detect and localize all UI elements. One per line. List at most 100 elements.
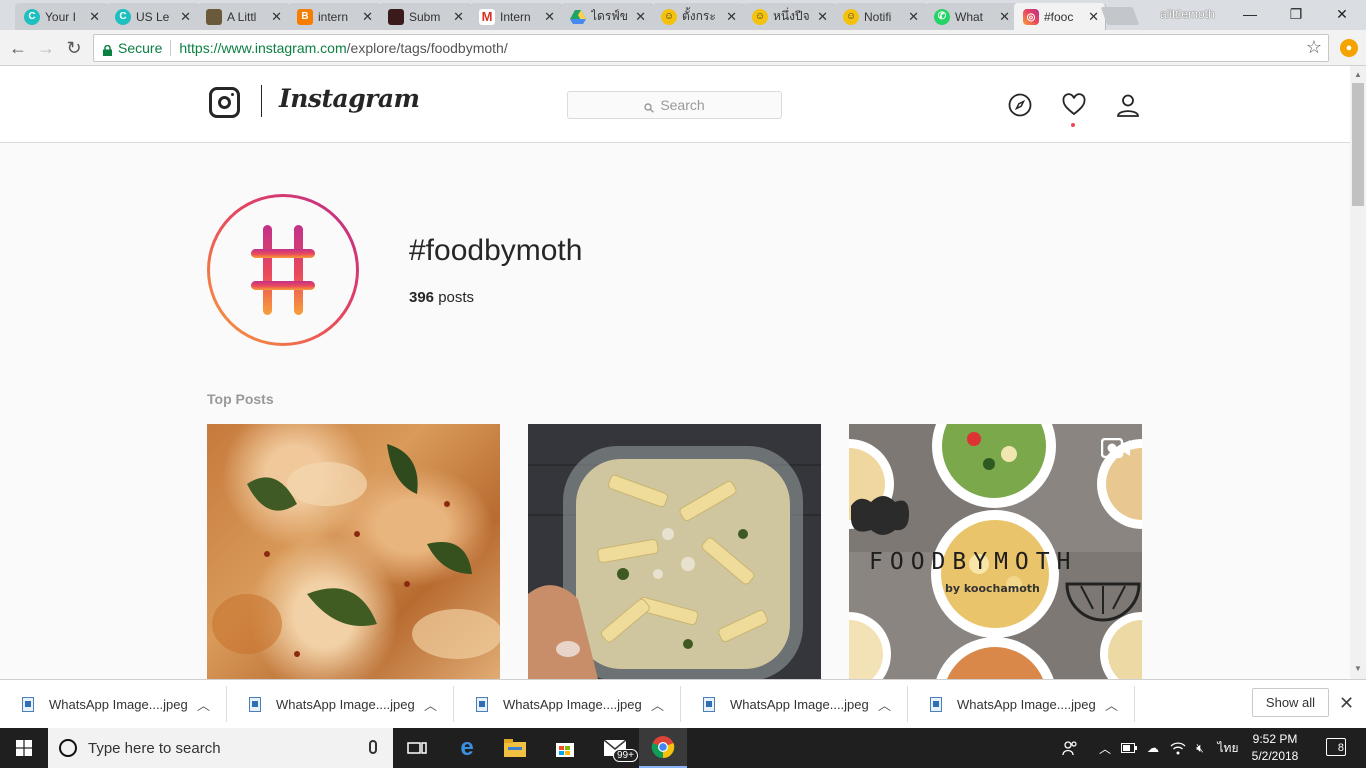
download-filename: WhatsApp Image....jpeg <box>503 696 642 712</box>
close-tab-icon[interactable]: ✕ <box>726 9 737 25</box>
browser-tab[interactable]: C Your I ✕ <box>15 3 107 30</box>
back-icon[interactable]: ← <box>7 37 29 59</box>
close-tab-icon[interactable]: ✕ <box>453 9 464 25</box>
url-path: /explore/tags/foodbymoth/ <box>346 40 508 56</box>
browser-tab[interactable]: C US Le ✕ <box>106 3 198 30</box>
windows-start-icon[interactable] <box>0 728 48 768</box>
close-tab-icon[interactable]: ✕ <box>89 9 100 25</box>
gmail-icon: M <box>479 8 495 25</box>
browser-tab[interactable]: ☺ ตั้งกระ ✕ <box>652 3 744 30</box>
taskbar-clock[interactable]: 9:52 PM 5/2/2018 <box>1244 731 1306 765</box>
taskbar-search-input[interactable]: Type here to search <box>48 728 393 768</box>
task-view-icon[interactable] <box>393 728 441 768</box>
input-language-indicator[interactable]: ไทย <box>1214 728 1242 768</box>
close-tab-icon[interactable]: ✕ <box>544 9 555 25</box>
secure-label[interactable]: Secure <box>118 40 162 56</box>
store-icon[interactable] <box>541 728 589 768</box>
instagram-camera-icon[interactable] <box>209 87 240 118</box>
blogger-icon: B <box>297 8 313 25</box>
bookmark-star-icon[interactable]: ☆ <box>1306 37 1322 58</box>
download-item[interactable]: WhatsApp Image....jpeg ︿ <box>0 686 227 722</box>
extension-icon[interactable]: ● <box>1340 39 1358 57</box>
battery-icon[interactable] <box>1119 728 1139 768</box>
minimize-icon[interactable]: — <box>1227 0 1273 28</box>
browser-profile-name[interactable]: alittlemoth <box>1160 7 1215 21</box>
restore-icon[interactable]: ❐ <box>1273 0 1319 28</box>
pantip-icon: ☺ <box>843 8 859 25</box>
volume-muted-icon[interactable]: 🔇︎ <box>1190 728 1210 768</box>
close-tab-icon[interactable]: ✕ <box>362 9 373 25</box>
activity-heart-icon[interactable] <box>1062 93 1086 117</box>
close-tab-icon[interactable]: ✕ <box>908 9 919 25</box>
browser-tab[interactable]: A Littl ✕ <box>197 3 289 30</box>
search-input[interactable]: Search <box>567 91 782 119</box>
microphone-icon[interactable] <box>369 740 377 754</box>
close-tab-icon[interactable]: ✕ <box>817 9 828 25</box>
tab-title: intern <box>318 9 349 24</box>
post-foodbymoth-collage[interactable]: FOODBYMOTH by koochamoth <box>849 424 1142 679</box>
collage-subtitle: by koochamoth <box>945 582 1040 595</box>
tab-title: #fooc <box>1044 10 1074 24</box>
close-download-shelf-icon[interactable]: ✕ <box>1339 693 1354 714</box>
explore-compass-icon[interactable] <box>1008 93 1032 117</box>
drive-icon <box>570 9 586 25</box>
action-center-icon[interactable]: 8 <box>1326 738 1346 756</box>
show-hidden-icons-chevron-icon[interactable]: ︿ <box>1096 728 1114 768</box>
chevron-up-icon[interactable]: ︿ <box>651 695 664 714</box>
chevron-up-icon[interactable]: ︿ <box>197 695 210 714</box>
instagram-wordmark[interactable]: Instagram <box>279 84 420 113</box>
browser-tab[interactable]: B intern ✕ <box>288 3 380 30</box>
close-tab-icon[interactable]: ✕ <box>999 9 1010 25</box>
image-icon <box>206 8 222 25</box>
download-item[interactable]: WhatsApp Image....jpeg ︿ <box>908 686 1135 722</box>
download-item[interactable]: WhatsApp Image....jpeg ︿ <box>227 686 454 722</box>
browser-tab[interactable]: ✆ What ✕ <box>925 3 1017 30</box>
chevron-up-icon[interactable]: ︿ <box>878 695 891 714</box>
browser-tab-active[interactable]: ◎ #fooc ✕ <box>1014 3 1106 31</box>
mail-icon[interactable]: 99+ <box>591 728 639 768</box>
scrollbar-thumb[interactable] <box>1352 83 1364 206</box>
chrome-icon[interactable] <box>639 728 687 768</box>
clock-time: 9:52 PM <box>1252 732 1298 746</box>
close-tab-icon[interactable]: ✕ <box>180 9 191 25</box>
close-tab-icon[interactable]: ✕ <box>1088 9 1099 25</box>
address-bar[interactable]: Secure https://www.instagram.com/explore… <box>93 34 1329 62</box>
browser-tab[interactable]: ☺ หนึ่งปีจ ✕ <box>743 3 835 30</box>
new-tab-button[interactable] <box>1100 7 1140 25</box>
edge-browser-icon[interactable]: e <box>443 728 491 768</box>
action-center-count: 8 <box>1337 742 1344 754</box>
scroll-up-arrow-icon[interactable]: ▲ <box>1354 70 1362 79</box>
file-explorer-icon[interactable] <box>491 728 539 768</box>
wifi-icon[interactable] <box>1168 728 1188 768</box>
people-icon[interactable] <box>1060 728 1080 768</box>
scroll-down-arrow-icon[interactable]: ▼ <box>1354 664 1362 673</box>
hashtag-icon <box>251 225 315 315</box>
download-item[interactable]: WhatsApp Image....jpeg ︿ <box>454 686 681 722</box>
tab-title: US Le <box>136 9 170 24</box>
profile-icon[interactable] <box>1116 93 1140 117</box>
forward-icon[interactable]: → <box>35 37 57 59</box>
browser-tab[interactable]: M Intern ✕ <box>470 3 562 30</box>
square-red-icon <box>388 8 404 25</box>
post-penne-pasta[interactable] <box>528 424 821 679</box>
close-tab-icon[interactable]: ✕ <box>635 9 646 25</box>
chevron-up-icon[interactable]: ︿ <box>424 695 437 714</box>
close-tab-icon[interactable]: ✕ <box>271 9 282 25</box>
browser-tab[interactable]: ไดรฟ์ข ✕ <box>561 3 653 30</box>
browser-tab[interactable]: Subm ✕ <box>379 3 471 30</box>
page-scrollbar[interactable]: ▲ ▼ <box>1350 66 1366 679</box>
close-window-icon[interactable]: ✕ <box>1319 0 1365 28</box>
pantip-icon: ☺ <box>661 8 677 25</box>
onedrive-cloud-icon[interactable]: ☁ <box>1142 728 1164 768</box>
post-chicken-spinach[interactable] <box>207 424 500 679</box>
download-item[interactable]: WhatsApp Image....jpeg ︿ <box>681 686 908 722</box>
tab-title: หนึ่งปีจ <box>773 9 810 23</box>
instagram-header: Instagram Search <box>0 66 1350 143</box>
address-divider <box>170 40 172 56</box>
show-all-downloads-button[interactable]: Show all <box>1252 688 1329 717</box>
reload-icon[interactable]: ↻ <box>63 37 85 59</box>
chevron-up-icon[interactable]: ︿ <box>1105 695 1118 714</box>
browser-toolbar: ← → ↻ Secure https://www.instagram.com/e… <box>0 30 1366 66</box>
download-filename: WhatsApp Image....jpeg <box>49 696 188 712</box>
browser-tab[interactable]: ☺ Notifi ✕ <box>834 3 926 30</box>
